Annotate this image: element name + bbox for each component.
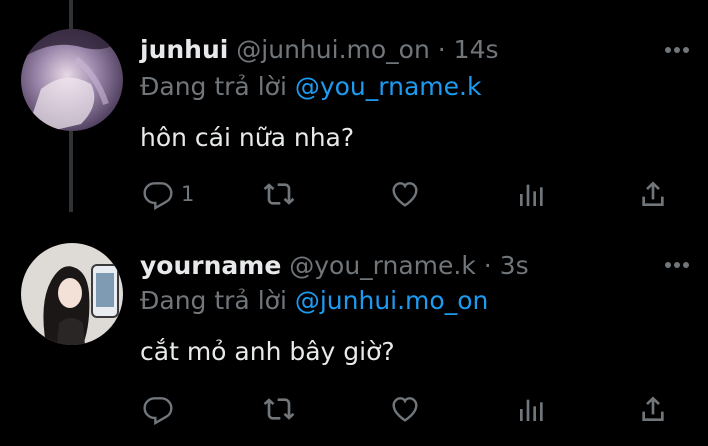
share-upload-icon xyxy=(642,181,664,206)
reply-button[interactable]: 1 xyxy=(142,177,194,211)
heart-icon xyxy=(392,397,418,422)
like-button[interactable] xyxy=(389,177,421,211)
retweet-button[interactable] xyxy=(262,392,296,426)
reply-bubble-icon xyxy=(143,182,173,210)
analytics-bars-icon xyxy=(520,184,543,206)
replying-label: Đang trả lời xyxy=(140,72,287,101)
display-name[interactable]: junhui xyxy=(140,35,228,64)
tweet-header: yourname @you_rname.k · 3s xyxy=(140,251,529,281)
replying-label: Đang trả lời xyxy=(140,286,287,315)
tweet-actions xyxy=(140,392,680,426)
avatar-yourname[interactable] xyxy=(21,243,123,345)
separator: · xyxy=(483,251,492,280)
handle[interactable]: @you_rname.k xyxy=(289,251,476,280)
analytics-button[interactable] xyxy=(516,177,548,211)
more-horizontal-icon[interactable] xyxy=(664,261,690,269)
analytics-bars-icon xyxy=(520,399,543,421)
tweet-header: junhui @junhui.mo_on · 14s xyxy=(140,35,499,65)
tweet-text: hôn cái nữa nha? xyxy=(140,123,355,152)
tweet-reply-2[interactable]: yourname @you_rname.k · 3s Đang trả lời … xyxy=(0,225,708,446)
reply-bubble-icon xyxy=(143,397,173,425)
like-button[interactable] xyxy=(389,392,421,426)
retweet-button[interactable] xyxy=(262,177,296,211)
avatar-junhui[interactable] xyxy=(21,29,123,131)
replying-to-line: Đang trả lời @junhui.mo_on xyxy=(140,286,488,316)
mention-link[interactable]: @junhui.mo_on xyxy=(295,286,489,315)
share-upload-icon xyxy=(642,396,664,421)
retweet-icon xyxy=(263,183,295,205)
handle[interactable]: @junhui.mo_on xyxy=(236,35,430,64)
heart-icon xyxy=(392,182,418,207)
tweet-reply-1[interactable]: junhui @junhui.mo_on · 14s Đang trả lời … xyxy=(0,0,708,225)
reply-button[interactable] xyxy=(142,392,181,426)
tweet-actions: 1 xyxy=(140,177,680,211)
timestamp[interactable]: 14s xyxy=(454,35,499,64)
separator: · xyxy=(437,35,446,64)
analytics-button[interactable] xyxy=(516,392,548,426)
share-button[interactable] xyxy=(637,177,669,211)
replying-to-line: Đang trả lời @you_rname.k xyxy=(140,72,481,102)
timestamp[interactable]: 3s xyxy=(500,251,529,280)
display-name[interactable]: yourname xyxy=(140,251,281,280)
tweet-text: cắt mỏ anh bây giờ? xyxy=(140,337,395,366)
reply-count: 1 xyxy=(181,182,195,206)
mention-link[interactable]: @you_rname.k xyxy=(295,72,482,101)
retweet-icon xyxy=(263,398,295,420)
share-button[interactable] xyxy=(637,392,669,426)
more-horizontal-icon[interactable] xyxy=(664,46,690,54)
